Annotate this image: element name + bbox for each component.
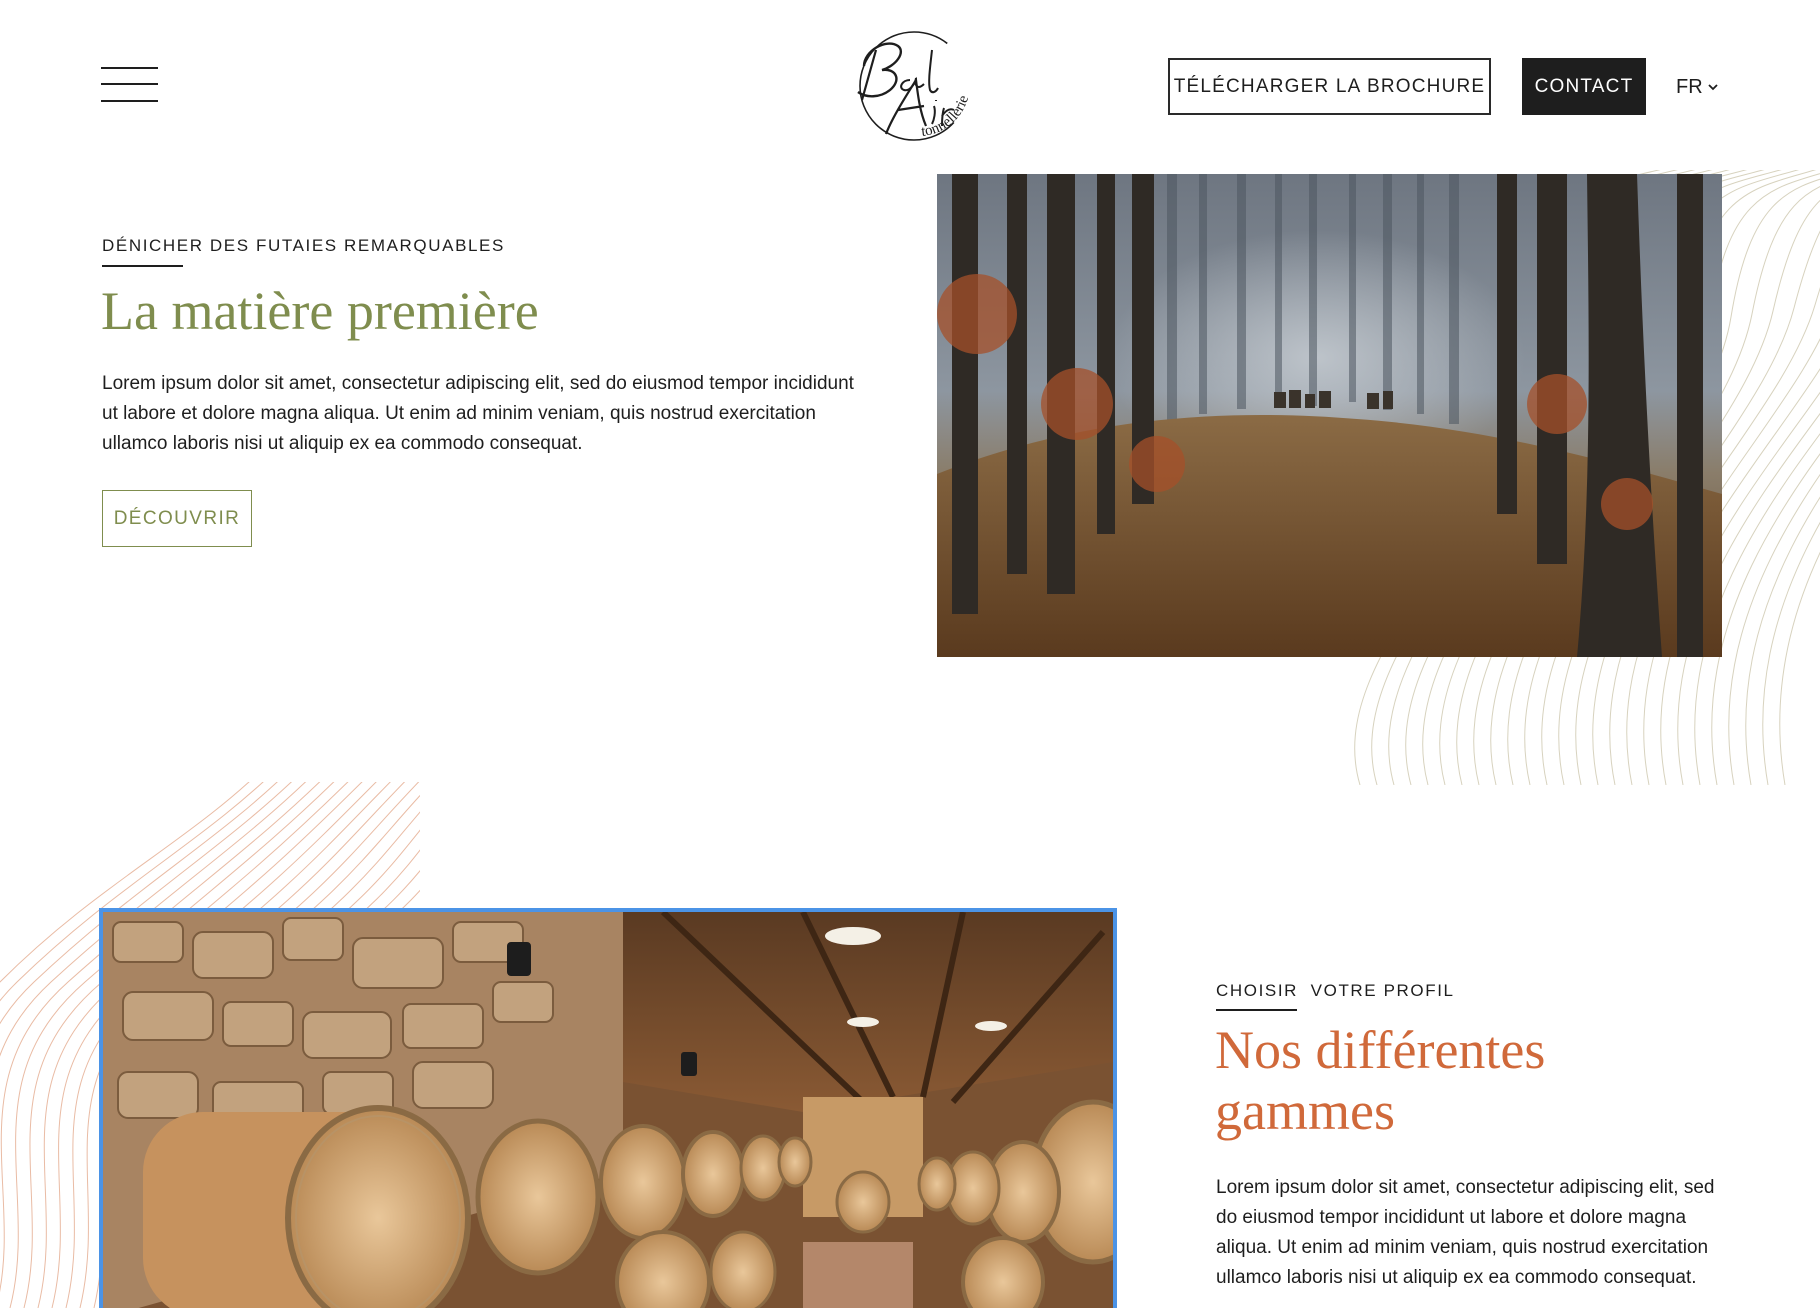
menu-hamburger-icon[interactable] bbox=[101, 66, 158, 106]
download-brochure-button[interactable]: TÉLÉCHARGER LA BROCHURE bbox=[1168, 58, 1491, 115]
section-paragraph: Lorem ipsum dolor sit amet, consectetur … bbox=[1216, 1177, 1715, 1288]
chevron-down-icon bbox=[1708, 84, 1718, 91]
section-eyebrow: DÉNICHER DES FUTAIES REMARQUABLES bbox=[102, 236, 505, 255]
section-title: Nos différentes gammes bbox=[1215, 1020, 1546, 1141]
brand-logo[interactable]: tonnellerie bbox=[836, 26, 984, 146]
section-eyebrow: CHOISIR VOTRE PROFIL bbox=[1216, 981, 1455, 1000]
menu-line bbox=[101, 67, 158, 69]
contact-button[interactable]: CONTACT bbox=[1522, 58, 1646, 115]
section-title: La matière première bbox=[101, 281, 539, 341]
barrel-cellar-image[interactable] bbox=[99, 908, 1117, 1308]
bel-air-logo-icon: tonnellerie bbox=[857, 31, 973, 141]
eyebrow-underline bbox=[102, 265, 183, 267]
language-label: FR bbox=[1676, 75, 1703, 98]
forest-deer-image bbox=[937, 174, 1722, 657]
section-paragraph: Lorem ipsum dolor sit amet, consectetur … bbox=[102, 373, 854, 454]
eyebrow-underline bbox=[1216, 1009, 1297, 1011]
menu-line bbox=[101, 83, 158, 85]
menu-line bbox=[101, 100, 158, 102]
discover-button[interactable]: DÉCOUVRIR bbox=[102, 490, 252, 547]
language-selector[interactable]: FR bbox=[1676, 74, 1719, 100]
svg-text:tonnellerie: tonnellerie bbox=[921, 93, 973, 140]
